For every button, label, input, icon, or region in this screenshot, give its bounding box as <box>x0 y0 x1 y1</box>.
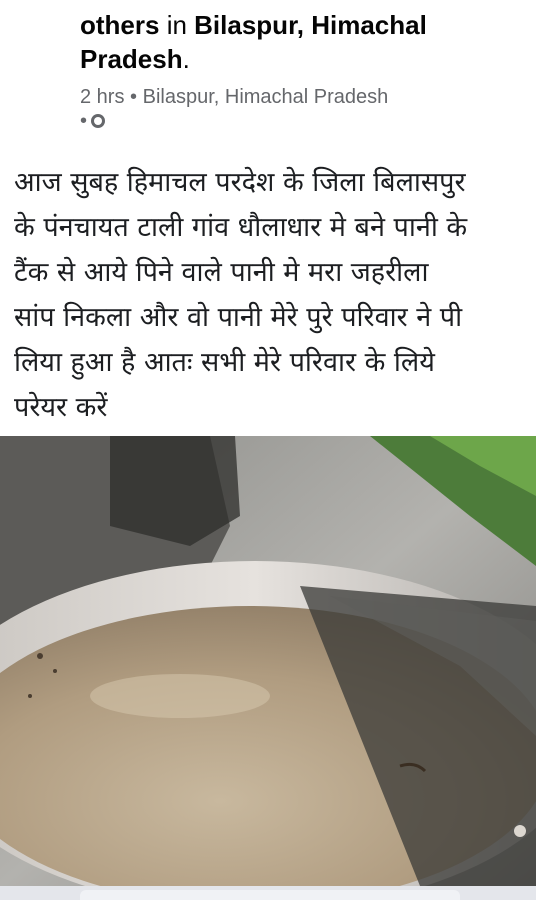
title-period: . <box>182 44 190 74</box>
post-location[interactable]: Bilaspur, Himachal Pradesh <box>143 86 389 108</box>
post-title: others in Bilaspur, Himachal Pradesh. <box>80 8 520 76</box>
post-text-line-3: टैंक से आये पिने वाले पानी मे मरा जहरीला <box>14 257 429 288</box>
next-card-edge <box>80 890 460 900</box>
post-text: आज सुबह हिमाचल परदेश के जिला बिलासपुर के… <box>14 160 526 430</box>
post-text-line-5: लिया हुआ है आतः सभी मेरे परिवार के लिये <box>14 347 435 378</box>
post-text-line-4: सांप निकला और वो पानी मेरे पुरे परिवार न… <box>14 302 463 333</box>
title-in-text: in <box>159 10 195 40</box>
post-text-line-2: के पंनचायत टाली गांव धौलाधार मे बने पानी… <box>14 212 468 243</box>
tagged-others-link[interactable]: others <box>80 10 159 40</box>
photo-water-pot <box>0 436 536 886</box>
post-meta: 2 hrs • Bilaspur, Himachal Pradesh <box>80 84 520 110</box>
bottom-bar <box>0 886 536 900</box>
post-time[interactable]: 2 hrs <box>80 86 124 108</box>
post-audience-row: • <box>80 110 520 132</box>
globe-icon[interactable] <box>91 114 106 128</box>
post-header: others in Bilaspur, Himachal Pradesh. 2 … <box>80 8 520 132</box>
post-photo[interactable] <box>0 436 536 886</box>
post-text-line-1: आज सुबह हिमाचल परदेश के जिला बिलासपुर <box>14 167 466 198</box>
meta-separator-2: • <box>80 110 88 132</box>
post-text-line-6: परेयर करें <box>14 392 108 423</box>
meta-separator: • <box>130 86 138 108</box>
